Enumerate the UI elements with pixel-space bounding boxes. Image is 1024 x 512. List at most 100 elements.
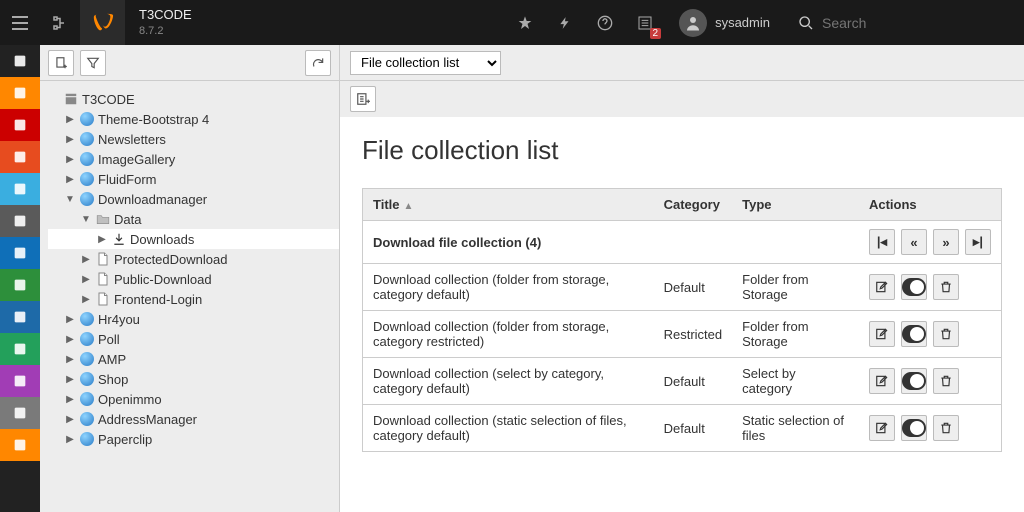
filter-button[interactable] bbox=[80, 50, 106, 76]
tree-node[interactable]: ▶Downloads bbox=[48, 229, 339, 249]
tree-node[interactable]: ▶FluidForm bbox=[48, 169, 339, 189]
module-item[interactable] bbox=[0, 333, 40, 365]
tree-node[interactable]: ▶ImageGallery bbox=[48, 149, 339, 169]
col-actions: Actions bbox=[859, 189, 1002, 221]
top-bar: T3CODE 8.7.2 2 sysadmin bbox=[0, 0, 1024, 45]
cell-type: Folder from Storage bbox=[732, 311, 859, 358]
edit-button[interactable] bbox=[869, 321, 895, 347]
bookmark-icon[interactable] bbox=[505, 0, 545, 45]
module-item[interactable] bbox=[0, 429, 40, 461]
tree-node[interactable]: ▼Data bbox=[48, 209, 339, 229]
module-item[interactable] bbox=[0, 269, 40, 301]
cell-type: Folder from Storage bbox=[732, 264, 859, 311]
module-item[interactable] bbox=[0, 397, 40, 429]
page-tree: T3CODE▶Theme-Bootstrap 4▶Newsletters▶Ima… bbox=[40, 81, 339, 512]
col-title[interactable]: Title▲ bbox=[363, 189, 654, 221]
module-item[interactable] bbox=[0, 237, 40, 269]
tree-node[interactable]: ▶Paperclip bbox=[48, 429, 339, 449]
user-menu[interactable]: sysadmin bbox=[665, 9, 784, 37]
brand-name: T3CODE bbox=[139, 7, 192, 24]
page-last-icon[interactable]: ▸| bbox=[965, 229, 991, 255]
cell-type: Select by category bbox=[732, 358, 859, 405]
delete-button[interactable] bbox=[933, 415, 959, 441]
table-row[interactable]: Download collection (static selection of… bbox=[363, 405, 1002, 452]
cell-title: Download collection (folder from storage… bbox=[363, 311, 654, 358]
tree-node[interactable]: ▶Theme-Bootstrap 4 bbox=[48, 109, 339, 129]
module-item[interactable] bbox=[0, 301, 40, 333]
edit-button[interactable] bbox=[869, 415, 895, 441]
table-row[interactable]: Download collection (folder from storage… bbox=[363, 264, 1002, 311]
edit-button[interactable] bbox=[869, 274, 895, 300]
menu-toggle-icon[interactable] bbox=[0, 0, 40, 45]
delete-button[interactable] bbox=[933, 274, 959, 300]
delete-button[interactable] bbox=[933, 368, 959, 394]
tree-node[interactable]: ▶Frontend-Login bbox=[48, 289, 339, 309]
brand-block: T3CODE 8.7.2 bbox=[125, 7, 206, 38]
typo3-logo-icon bbox=[80, 0, 125, 45]
sort-asc-icon: ▲ bbox=[404, 201, 414, 212]
module-item[interactable] bbox=[0, 141, 40, 173]
table-row[interactable]: Download collection (folder from storage… bbox=[363, 311, 1002, 358]
module-item[interactable] bbox=[0, 77, 40, 109]
tree-root[interactable]: T3CODE bbox=[48, 89, 339, 109]
module-sidebar bbox=[0, 45, 40, 512]
new-record-button[interactable] bbox=[350, 86, 376, 112]
notification-badge: 2 bbox=[650, 28, 662, 39]
cell-title: Download collection (select by category,… bbox=[363, 358, 654, 405]
avatar-icon bbox=[679, 9, 707, 37]
cell-category: Restricted bbox=[654, 311, 733, 358]
doc-header: File collection list bbox=[340, 45, 1024, 81]
global-search[interactable] bbox=[784, 15, 1024, 31]
cell-title: Download collection (folder from storage… bbox=[363, 264, 654, 311]
cell-category: Default bbox=[654, 264, 733, 311]
module-item[interactable] bbox=[0, 365, 40, 397]
page-next-icon[interactable]: » bbox=[933, 229, 959, 255]
module-item[interactable] bbox=[0, 45, 40, 77]
tree-node[interactable]: ▼Downloadmanager bbox=[48, 189, 339, 209]
tree-toggle-icon[interactable] bbox=[40, 0, 80, 45]
flash-icon[interactable] bbox=[545, 0, 585, 45]
cell-category: Default bbox=[654, 358, 733, 405]
page-title: File collection list bbox=[362, 135, 1002, 166]
col-category[interactable]: Category bbox=[654, 189, 733, 221]
help-icon[interactable] bbox=[585, 0, 625, 45]
delete-button[interactable] bbox=[933, 321, 959, 347]
page-prev-icon[interactable]: « bbox=[901, 229, 927, 255]
group-header: Download file collection (4) bbox=[363, 221, 859, 264]
module-item[interactable] bbox=[0, 109, 40, 141]
refresh-button[interactable] bbox=[305, 50, 331, 76]
view-select[interactable]: File collection list bbox=[350, 51, 501, 75]
edit-button[interactable] bbox=[869, 368, 895, 394]
brand-version: 8.7.2 bbox=[139, 24, 192, 38]
tree-node[interactable]: ▶Shop bbox=[48, 369, 339, 389]
tree-node[interactable]: ▶AddressManager bbox=[48, 409, 339, 429]
username: sysadmin bbox=[715, 15, 770, 30]
search-icon bbox=[798, 15, 814, 31]
visibility-toggle[interactable] bbox=[901, 415, 927, 441]
tree-node[interactable]: ▶Newsletters bbox=[48, 129, 339, 149]
record-table: Title▲ Category Type Actions Download fi… bbox=[362, 188, 1002, 452]
cell-category: Default bbox=[654, 405, 733, 452]
page-first-icon[interactable]: |◂ bbox=[869, 229, 895, 255]
tree-node[interactable]: ▶Openimmo bbox=[48, 389, 339, 409]
search-input[interactable] bbox=[822, 15, 972, 31]
content-pane: File collection list File collection lis… bbox=[340, 45, 1024, 512]
tree-node[interactable]: ▶Public-Download bbox=[48, 269, 339, 289]
module-item[interactable] bbox=[0, 205, 40, 237]
tree-node[interactable]: ▶ProtectedDownload bbox=[48, 249, 339, 269]
page-tree-pane: T3CODE▶Theme-Bootstrap 4▶Newsletters▶Ima… bbox=[40, 45, 340, 512]
tree-node[interactable]: ▶Poll bbox=[48, 329, 339, 349]
tree-node[interactable]: ▶Hr4you bbox=[48, 309, 339, 329]
cell-type: Static selection of files bbox=[732, 405, 859, 452]
notifications-icon[interactable]: 2 bbox=[625, 0, 665, 45]
visibility-toggle[interactable] bbox=[901, 368, 927, 394]
cell-title: Download collection (static selection of… bbox=[363, 405, 654, 452]
tree-node[interactable]: ▶AMP bbox=[48, 349, 339, 369]
visibility-toggle[interactable] bbox=[901, 321, 927, 347]
new-page-button[interactable] bbox=[48, 50, 74, 76]
module-item[interactable] bbox=[0, 173, 40, 205]
col-type[interactable]: Type bbox=[732, 189, 859, 221]
tree-toolbar bbox=[40, 45, 339, 81]
visibility-toggle[interactable] bbox=[901, 274, 927, 300]
table-row[interactable]: Download collection (select by category,… bbox=[363, 358, 1002, 405]
